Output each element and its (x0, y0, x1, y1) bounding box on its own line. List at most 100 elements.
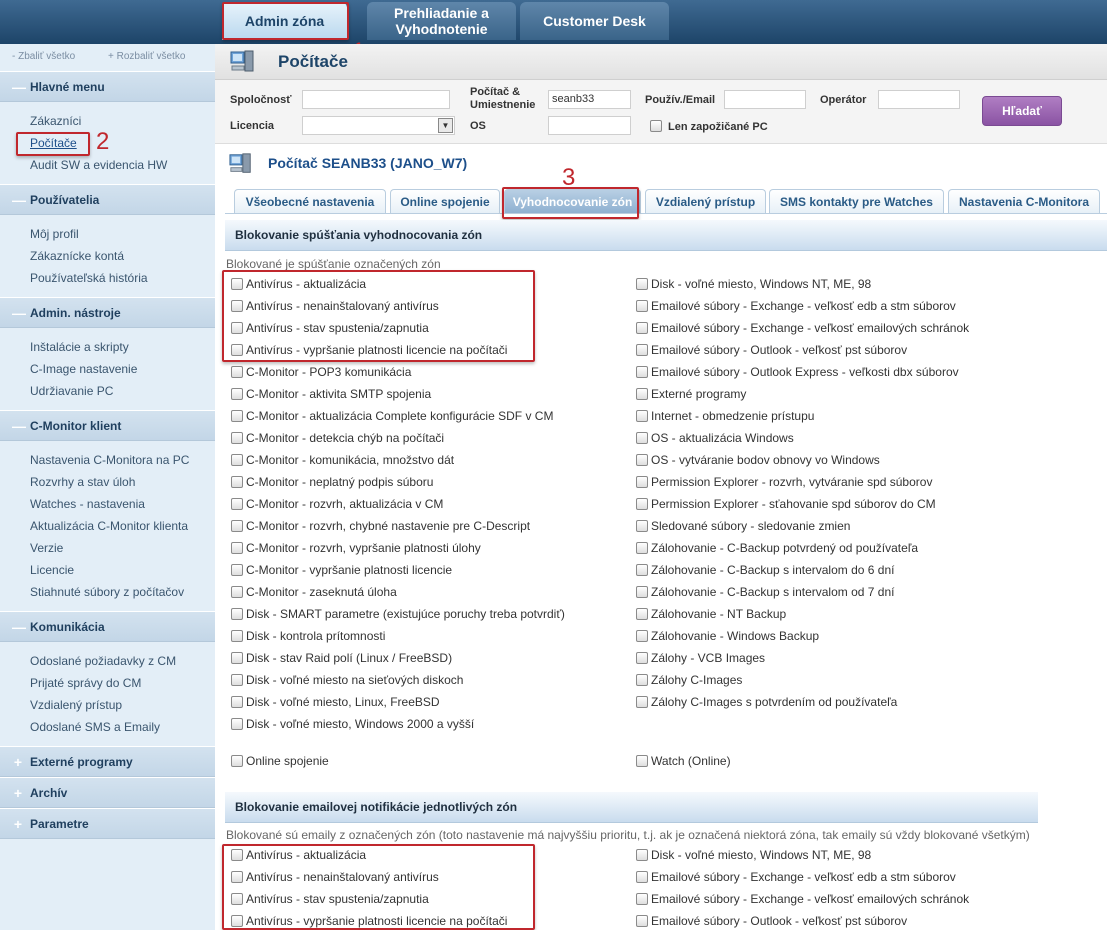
zone-option[interactable]: C-Monitor - zaseknutá úloha (231, 585, 397, 599)
zone-checkbox[interactable] (636, 630, 648, 642)
zone-option[interactable]: Permission Explorer - sťahovanie spd súb… (636, 497, 936, 511)
zone-option[interactable]: Zálohovanie - NT Backup (636, 607, 786, 621)
zone-checkbox[interactable] (231, 498, 243, 510)
zone-checkbox[interactable] (636, 849, 648, 861)
zone-checkbox[interactable] (636, 432, 648, 444)
sidebar-item-udrziavanie[interactable]: Udržiavanie PC (30, 384, 113, 398)
zone-option[interactable]: C-Monitor - rozvrh, aktualizácia v CM (231, 497, 443, 511)
section-hlavne-menu[interactable]: — Hlavné menu (0, 71, 215, 102)
zone-option[interactable]: Zálohovanie - Windows Backup (636, 629, 819, 643)
zone-checkbox[interactable] (231, 630, 243, 642)
sidebar-item-vzdialeny-pristup[interactable]: Vzdialený prístup (30, 698, 122, 712)
zone-checkbox[interactable] (636, 586, 648, 598)
zone-checkbox[interactable] (231, 718, 243, 730)
zone-option[interactable]: Disk - voľné miesto, Linux, FreeBSD (231, 695, 440, 709)
zone-option[interactable]: OS - aktualizácia Windows (636, 431, 794, 445)
tab-customer-desk[interactable]: Customer Desk (520, 2, 669, 40)
tab-sms-kontakty[interactable]: SMS kontakty pre Watches (769, 189, 944, 213)
os-input[interactable] (548, 116, 631, 135)
sidebar-item-historia[interactable]: Používateľská história (30, 271, 148, 285)
zone-option[interactable]: C-Monitor - rozvrh, chybné nastavenie pr… (231, 519, 530, 533)
search-button[interactable]: Hľadať (982, 96, 1062, 126)
zone-option[interactable]: Zálohovanie - C-Backup s intervalom od 7… (636, 585, 894, 599)
sidebar-item-aktualizacia-cm[interactable]: Aktualizácia C-Monitor klienta (30, 519, 188, 533)
zone-checkbox[interactable] (231, 476, 243, 488)
zone-option[interactable]: Disk - kontrola prítomnosti (231, 629, 385, 643)
tab-online-spojenie[interactable]: Online spojenie (390, 189, 500, 213)
zone-checkbox[interactable] (231, 432, 243, 444)
company-input[interactable] (302, 90, 450, 109)
zone-option[interactable]: Disk - voľné miesto, Windows NT, ME, 98 (636, 848, 871, 862)
sidebar-item-licencie[interactable]: Licencie (30, 563, 74, 577)
zone-option[interactable]: Disk - voľné miesto, Windows 2000 a vyšš… (231, 717, 474, 731)
zone-checkbox[interactable] (636, 674, 648, 686)
zone-checkbox[interactable] (636, 344, 648, 356)
zone-option[interactable]: Emailové súbory - Exchange - veľkosť ema… (636, 892, 969, 906)
zone-option[interactable]: Emailové súbory - Exchange - veľkosť ema… (636, 321, 969, 335)
section-externe-programy[interactable]: + Externé programy (0, 746, 215, 777)
zone-option[interactable]: C-Monitor - aktualizácia Complete konfig… (231, 409, 553, 423)
zone-checkbox[interactable] (636, 542, 648, 554)
sidebar-item-odoslane-sms[interactable]: Odoslané SMS a Emaily (30, 720, 160, 734)
zone-checkbox[interactable] (231, 696, 243, 708)
user-input[interactable] (724, 90, 806, 109)
tab-prehliadanie[interactable]: Prehliadanie a Vyhodnotenie (367, 2, 516, 40)
zone-option[interactable]: C-Monitor - rozvrh, vypršanie platnosti … (231, 541, 481, 555)
lent-pc-checkbox[interactable] (650, 120, 662, 132)
zone-checkbox[interactable] (636, 520, 648, 532)
sidebar-item-zakaznicke-konta[interactable]: Zákaznícke kontá (30, 249, 124, 263)
sidebar-item-rozvrhy[interactable]: Rozvrhy a stav úloh (30, 475, 135, 489)
zone-option[interactable]: Internet - obmedzenie prístupu (636, 409, 814, 423)
sidebar-item-prijate-spravy[interactable]: Prijaté správy do CM (30, 676, 141, 690)
zone-checkbox[interactable] (636, 893, 648, 905)
zone-checkbox[interactable] (636, 915, 648, 927)
sidebar-item-c-image[interactable]: C-Image nastavenie (30, 362, 137, 376)
zone-option[interactable]: C-Monitor - neplatný podpis súboru (231, 475, 433, 489)
zone-checkbox[interactable] (636, 454, 648, 466)
expand-all-link[interactable]: + Rozbaliť všetko (108, 51, 185, 62)
zone-checkbox[interactable] (636, 498, 648, 510)
zone-checkbox[interactable] (636, 278, 648, 290)
zone-checkbox[interactable] (636, 564, 648, 576)
zone-checkbox[interactable] (231, 586, 243, 598)
zone-checkbox[interactable] (636, 476, 648, 488)
zone-option[interactable]: C-Monitor - aktivita SMTP spojenia (231, 387, 431, 401)
zone-checkbox[interactable] (231, 520, 243, 532)
zone-checkbox[interactable] (231, 755, 243, 767)
zone-checkbox[interactable] (636, 300, 648, 312)
sidebar-item-verzie[interactable]: Verzie (30, 541, 63, 555)
zone-checkbox[interactable] (636, 410, 648, 422)
zone-checkbox[interactable] (231, 542, 243, 554)
zone-option[interactable]: C-Monitor - detekcia chýb na počítači (231, 431, 444, 445)
sidebar-item-stiahnute[interactable]: Stiahnuté súbory z počítačov (30, 585, 184, 599)
zone-checkbox[interactable] (636, 696, 648, 708)
zone-option[interactable]: Emailové súbory - Outlook Express - veľk… (636, 365, 959, 379)
section-komunikacia[interactable]: — Komunikácia (0, 611, 215, 642)
zone-option[interactable]: Zálohy - VCB Images (636, 651, 765, 665)
tab-vseobecne[interactable]: Všeobecné nastavenia (234, 189, 386, 213)
zone-option[interactable]: Emailové súbory - Exchange - veľkosť edb… (636, 299, 956, 313)
zone-option[interactable]: Externé programy (636, 387, 746, 401)
zone-option[interactable]: Permission Explorer - rozvrh, vytváranie… (636, 475, 932, 489)
zone-option[interactable]: Emailové súbory - Outlook - veľkosť pst … (636, 914, 907, 928)
zone-option[interactable]: C-Monitor - komunikácia, množstvo dát (231, 453, 454, 467)
zone-option[interactable]: OS - vytváranie bodov obnovy vo Windows (636, 453, 880, 467)
section-pouzivatelia[interactable]: — Používatelia (0, 184, 215, 215)
zone-checkbox[interactable] (231, 674, 243, 686)
zone-option[interactable]: Online spojenie (231, 754, 329, 768)
zone-option[interactable]: Zálohovanie - C-Backup potvrdený od použ… (636, 541, 918, 555)
zone-checkbox[interactable] (231, 608, 243, 620)
zone-option[interactable]: Zálohy C-Images s potvrdením od používat… (636, 695, 897, 709)
zone-option[interactable]: Sledované súbory - sledovanie zmien (636, 519, 850, 533)
operator-input[interactable] (878, 90, 960, 109)
section-archiv[interactable]: + Archív (0, 777, 215, 808)
zone-checkbox[interactable] (636, 388, 648, 400)
zone-option[interactable]: Zálohovanie - C-Backup s intervalom do 6… (636, 563, 894, 577)
zone-checkbox[interactable] (231, 388, 243, 400)
zone-checkbox[interactable] (231, 564, 243, 576)
sidebar-item-moj-profil[interactable]: Môj profil (30, 227, 79, 241)
zone-option[interactable]: C-Monitor - POP3 komunikácia (231, 365, 411, 379)
sidebar-item-audit[interactable]: Audit SW a evidencia HW (30, 158, 167, 172)
zone-option[interactable]: Disk - stav Raid polí (Linux / FreeBSD) (231, 651, 452, 665)
zone-option[interactable]: Disk - SMART parametre (existujúce poruc… (231, 607, 565, 621)
